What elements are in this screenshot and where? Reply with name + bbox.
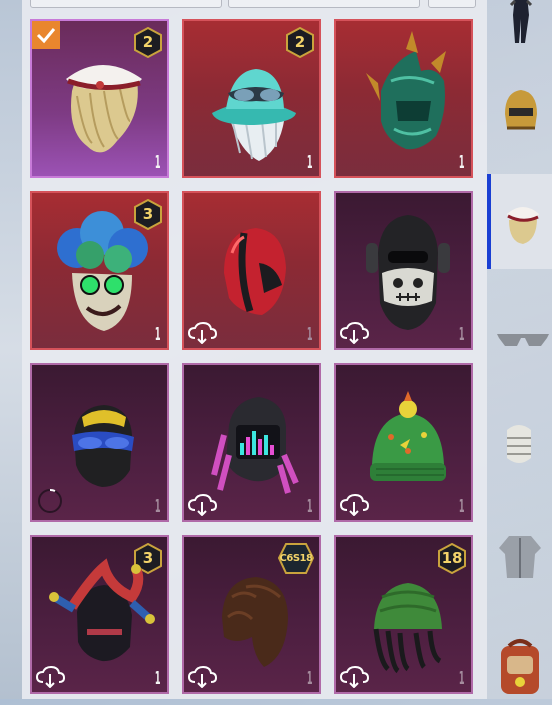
item-card-brown-hair[interactable]: C6S18 1	[182, 535, 321, 694]
spiked-helmet-icon	[366, 31, 446, 150]
filter-tab-middle[interactable]	[228, 0, 420, 8]
item-count: 1	[307, 668, 313, 689]
item-count: 1	[459, 668, 465, 689]
cloud-download-icon	[187, 666, 217, 688]
backpack-icon	[501, 639, 539, 694]
category-mask[interactable]	[487, 400, 552, 495]
item-card-red-helmet[interactable]: 1	[182, 191, 321, 350]
item-count: 1	[307, 496, 313, 517]
item-count: 1	[307, 324, 313, 345]
cloud-download-icon	[339, 494, 369, 516]
helmet-icon	[505, 90, 537, 130]
cloud-download-icon	[35, 666, 65, 688]
item-card-skull-balaclava[interactable]: 1	[334, 191, 473, 350]
item-card-joker-mask[interactable]: 3 1	[30, 191, 169, 350]
glasses-icon	[497, 334, 549, 346]
cloud-download-icon	[187, 322, 217, 344]
category-rail	[487, 0, 552, 699]
cloud-download-icon	[187, 494, 217, 516]
item-card-goggles-mask[interactable]: 1	[30, 363, 169, 522]
loading-spinner-icon	[38, 489, 62, 513]
item-count: 1	[459, 496, 465, 517]
item-count: 1	[459, 152, 465, 173]
mask-icon	[507, 425, 531, 463]
background-strip	[0, 0, 22, 699]
item-count: 1	[155, 324, 161, 345]
cloud-download-icon	[339, 322, 369, 344]
cloud-download-icon	[339, 666, 369, 688]
item-count: 1	[155, 152, 161, 173]
item-card-cactus-beanie[interactable]: 1	[334, 363, 473, 522]
jacket-icon	[499, 536, 541, 578]
outfit-icon	[509, 0, 533, 43]
item-count: 1	[307, 152, 313, 173]
item-count: 1	[459, 324, 465, 345]
bucket-hat-icon	[212, 69, 296, 161]
item-count: 1	[155, 496, 161, 517]
filter-tab-right[interactable]	[428, 0, 476, 8]
category-top[interactable]	[487, 510, 552, 605]
item-count: 1	[155, 668, 161, 689]
category-headwear[interactable]	[487, 174, 552, 269]
category-backpack[interactable]	[487, 610, 552, 705]
category-glasses[interactable]	[487, 300, 552, 395]
item-card-hair-white-bandana[interactable]: 2 1	[30, 19, 169, 178]
item-card-green-beanie-dreads[interactable]: 18 1	[334, 535, 473, 694]
headwear-icon	[507, 207, 539, 244]
category-helmet[interactable]	[487, 80, 552, 175]
item-card-green-spiked-helmet[interactable]: 1	[334, 19, 473, 178]
item-card-teal-bucket-hat[interactable]: 2 1	[182, 19, 321, 178]
joker-mask-icon	[57, 211, 148, 331]
hair-bandana-icon	[66, 65, 142, 153]
item-card-jester-hat[interactable]: 3 1	[30, 535, 169, 694]
filter-tab-left[interactable]	[30, 0, 222, 8]
item-card-neon-robot-helmet[interactable]: 1	[182, 363, 321, 522]
